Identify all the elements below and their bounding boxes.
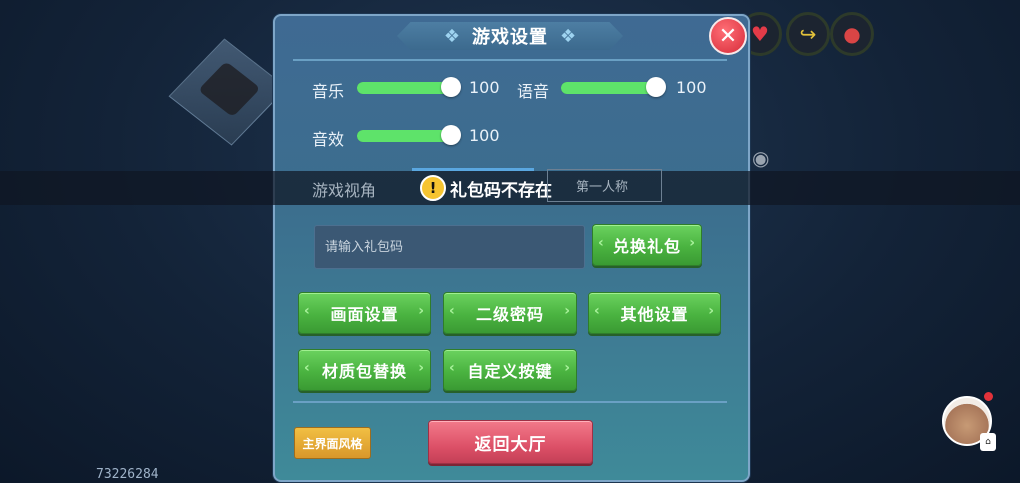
return-lobby-label: 返回大厅	[474, 434, 547, 455]
music-label: 音乐	[312, 82, 345, 101]
custom-keys-label: 自定义按键	[467, 362, 553, 381]
ornament-right-icon: ❖	[560, 25, 577, 47]
view-option-first-person[interactable]: 第一人称	[547, 169, 662, 202]
view-option-third-person[interactable]	[412, 168, 534, 171]
background-cube	[168, 38, 288, 146]
music-value: 100	[469, 78, 500, 97]
sfx-slider[interactable]	[357, 125, 461, 145]
warning-icon: !	[420, 175, 446, 201]
texture-pack-button[interactable]: 材质包替换	[298, 349, 431, 391]
title-plate: ❖ 游戏设置 ❖	[397, 22, 623, 50]
close-icon: ✕	[718, 23, 738, 49]
panel-title: 游戏设置	[472, 27, 548, 48]
texture-pack-label: 材质包替换	[321, 362, 407, 381]
ornament-left-icon: ❖	[443, 25, 460, 47]
other-settings-button[interactable]: 其他设置	[588, 292, 721, 334]
voice-slider-knob[interactable]	[646, 77, 666, 97]
view-option-first-person-label: 第一人称	[576, 180, 629, 195]
sfx-slider-knob[interactable]	[441, 125, 461, 145]
gift-code-input[interactable]	[314, 225, 585, 269]
other-settings-label: 其他设置	[620, 305, 689, 324]
redeem-gift-button[interactable]: 兑换礼包	[592, 224, 702, 266]
music-slider[interactable]	[357, 77, 461, 97]
avatar-badge-icon: ⌂	[980, 433, 996, 451]
notification-dot	[984, 392, 993, 401]
seed-number: 73226284	[96, 467, 159, 482]
graphics-settings-button[interactable]: 画面设置	[298, 292, 431, 334]
voice-slider-fill	[561, 82, 655, 94]
view-label: 游戏视角	[312, 181, 377, 200]
sfx-slider-fill	[357, 130, 449, 142]
drop-icon[interactable]: ●	[830, 12, 874, 56]
sfx-value: 100	[469, 126, 500, 145]
divider-bottom	[293, 401, 727, 403]
sfx-label: 音效	[312, 130, 345, 149]
toast-message: ! 礼包码不存在	[420, 175, 552, 201]
eye-icon[interactable]: ◉	[752, 146, 769, 170]
main-style-label: 主界面风格	[302, 436, 363, 451]
secondary-password-button[interactable]: 二级密码	[443, 292, 577, 334]
main-style-button[interactable]: 主界面风格	[294, 427, 371, 459]
toast-text: 礼包码不存在	[450, 180, 552, 201]
secondary-password-label: 二级密码	[475, 305, 544, 324]
voice-slider[interactable]	[561, 77, 666, 97]
voice-label: 语音	[517, 82, 550, 101]
redeem-gift-label: 兑换礼包	[612, 237, 681, 256]
share-icon[interactable]: ↪	[786, 12, 830, 56]
close-button[interactable]: ✕	[709, 17, 747, 55]
divider-top	[293, 59, 727, 61]
graphics-settings-label: 画面设置	[330, 305, 399, 324]
music-slider-knob[interactable]	[441, 77, 461, 97]
custom-keys-button[interactable]: 自定义按键	[443, 349, 577, 391]
return-lobby-button[interactable]: 返回大厅	[428, 420, 593, 464]
voice-value: 100	[676, 78, 707, 97]
music-slider-fill	[357, 82, 449, 94]
